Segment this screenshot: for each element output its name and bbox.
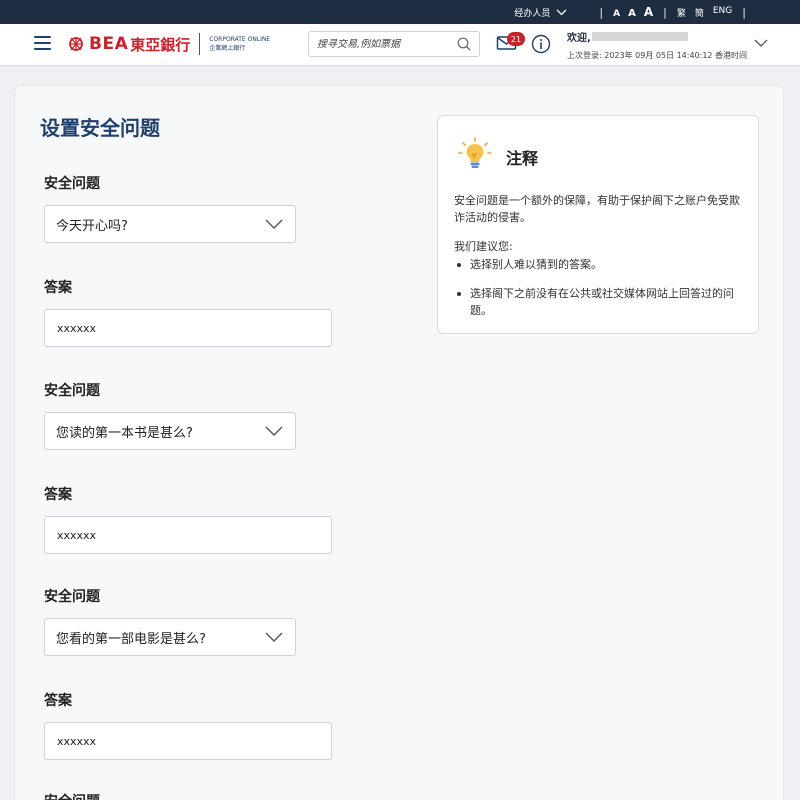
note-tip: 选择别人难以猜到的答案。 <box>454 256 744 273</box>
answer-label: 答案 <box>44 280 72 296</box>
divider: | <box>663 5 667 19</box>
main-header: BEA 東亞銀行 CORPORATE ONLINE 企業網上銀行 欢迎, 上次登… <box>0 24 800 66</box>
answer-input[interactable] <box>57 734 319 748</box>
answer-input[interactable] <box>57 321 319 335</box>
top-utility-bar: 经办人员 | A A A | 繁 簡 ENG | <box>0 0 800 24</box>
question-value: 您看的第一部电影是甚么? <box>56 631 206 647</box>
question-label: 安全问题 <box>44 791 100 800</box>
logo-text-bea: BEA <box>89 34 129 54</box>
role-dropdown[interactable]: 经办人员 <box>514 6 567 19</box>
chevron-down-icon <box>265 426 283 436</box>
bea-emblem-icon <box>69 37 83 51</box>
question-label: 安全问题 <box>44 383 100 399</box>
language-switcher: 繁 簡 ENG <box>677 6 732 19</box>
welcome-text: 欢迎, <box>567 33 591 44</box>
user-name-redacted <box>591 32 688 41</box>
font-size-medium[interactable]: A <box>628 8 636 19</box>
answer-input[interactable] <box>57 528 319 542</box>
note-recommend: 我们建议您: <box>454 240 513 253</box>
note-paragraph: 安全问题是一个额外的保障，有助于保护阁下之账户免受欺诈活动的侵害。 <box>454 194 740 224</box>
question-label: 安全问题 <box>44 589 100 605</box>
lang-simplified[interactable]: 簡 <box>695 6 704 19</box>
font-size-switcher: A A A <box>613 5 653 19</box>
lang-traditional[interactable]: 繁 <box>677 6 686 19</box>
user-greeting: 欢迎, 上次登录: 2023年 09月 05日 14:40:12 香港时间 <box>567 29 747 61</box>
font-size-large[interactable]: A <box>644 5 653 19</box>
search-icon[interactable] <box>457 37 471 51</box>
answer-field-3 <box>44 722 332 760</box>
question-select-3[interactable]: 您看的第一部电影是甚么? <box>44 618 296 656</box>
question-select-1[interactable]: 今天开心吗? <box>44 205 296 243</box>
logo-sub-en: CORPORATE ONLINE <box>209 36 271 43</box>
question-label: 安全问题 <box>44 176 100 192</box>
note-tip: 选择阁下之前没有在公共或社交媒体网站上回答过的问题。 <box>454 285 744 319</box>
chevron-down-icon <box>265 632 283 642</box>
logo-sub-cn: 企業網上銀行 <box>209 45 246 52</box>
divider: | <box>599 5 604 19</box>
page-title: 设置安全问题 <box>40 116 160 140</box>
chevron-down-icon[interactable] <box>754 38 768 48</box>
question-value: 您读的第一本书是甚么? <box>56 425 193 441</box>
chevron-down-icon <box>265 219 283 229</box>
answer-field-2 <box>44 516 332 554</box>
last-login: 上次登录: 2023年 09月 05日 14:40:12 香港时间 <box>567 51 748 60</box>
lang-english[interactable]: ENG <box>713 6 732 19</box>
answer-label: 答案 <box>44 487 72 503</box>
logo-divider <box>199 33 201 55</box>
question-select-2[interactable]: 您读的第一本书是甚么? <box>44 412 296 450</box>
logo-text-chinese: 東亞銀行 <box>130 35 191 54</box>
note-panel: 注释 安全问题是一个额外的保障，有助于保护阁下之账户免受欺诈活动的侵害。 我们建… <box>437 115 759 334</box>
answer-field-1 <box>44 309 332 347</box>
mail-count-badge: 21 <box>507 32 525 46</box>
lightbulb-icon <box>458 137 492 168</box>
bea-logo[interactable]: BEA 東亞銀行 CORPORATE ONLINE 企業網上銀行 <box>66 33 270 55</box>
answer-label: 答案 <box>44 693 72 709</box>
role-label: 经办人员 <box>514 8 551 19</box>
note-tips-list: 选择别人难以猜到的答案。 选择阁下之前没有在公共或社交媒体网站上回答过的问题。 <box>454 256 744 331</box>
logo-subtitle: CORPORATE ONLINE 企業網上銀行 <box>209 35 270 53</box>
font-size-small[interactable]: A <box>613 9 620 19</box>
search-box <box>308 31 480 57</box>
info-icon[interactable] <box>531 34 551 54</box>
search-input[interactable] <box>317 38 457 50</box>
divider: | <box>742 5 746 19</box>
menu-icon[interactable] <box>34 36 51 50</box>
question-value: 今天开心吗? <box>56 218 128 234</box>
chevron-down-icon <box>556 9 567 15</box>
note-title: 注释 <box>506 149 539 168</box>
